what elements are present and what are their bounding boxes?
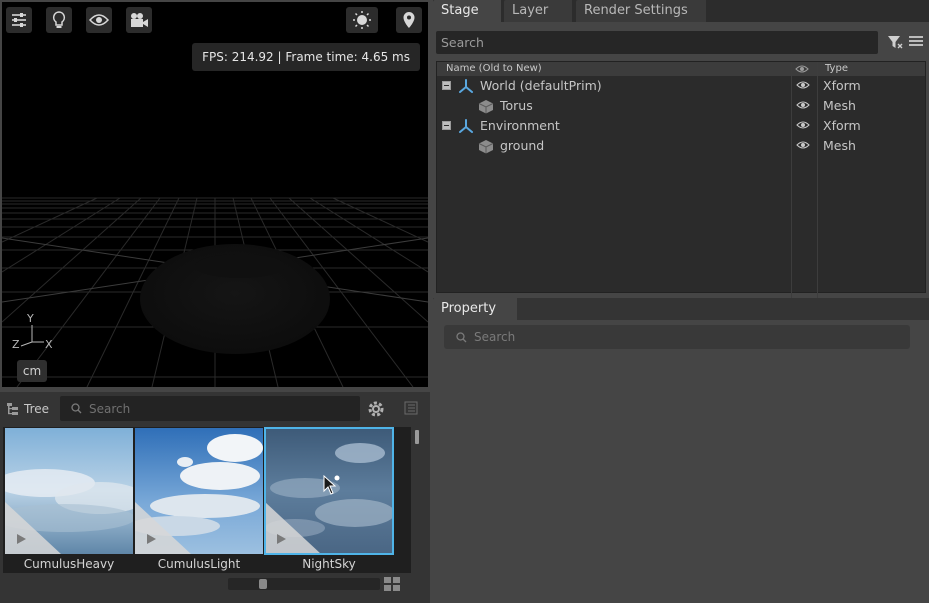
tree-icon xyxy=(7,403,18,415)
tree-row-world[interactable]: World (defaultPrim) Xform xyxy=(437,76,915,96)
tree-label: Tree xyxy=(24,402,50,416)
stage-tabbar: Stage Layer Render Settings xyxy=(433,0,929,22)
viewport[interactable]: FPS: 214.92 | Frame time: 4.65 ms Y Z X … xyxy=(2,2,428,387)
tab-property[interactable]: Property xyxy=(433,298,517,320)
grid-view-icon[interactable] xyxy=(384,577,400,591)
property-panel: Property Search xyxy=(433,298,929,603)
lightbulb-icon[interactable] xyxy=(46,7,72,33)
tree-header: Name (Old to New) Type xyxy=(437,62,915,76)
tree-row-label: Environment xyxy=(480,118,560,133)
xform-icon xyxy=(459,119,473,133)
stage-search-input[interactable]: Search xyxy=(436,31,878,54)
thumbnail-size-slider[interactable] xyxy=(228,578,380,590)
search-icon xyxy=(456,331,467,342)
camera-icon[interactable] xyxy=(126,7,152,33)
mouse-cursor-icon xyxy=(323,475,337,495)
xform-icon xyxy=(459,79,473,93)
axis-gizmo: Y Z X xyxy=(10,312,60,358)
sun-icon[interactable] xyxy=(346,7,378,33)
browser-search-placeholder: Search xyxy=(89,401,131,416)
tab-stage[interactable]: Stage xyxy=(433,0,501,22)
axis-x-label: X xyxy=(45,338,53,351)
tree-row-type: Xform xyxy=(823,78,861,93)
mesh-icon xyxy=(478,100,494,114)
collapse-icon[interactable] xyxy=(442,121,451,130)
visibility-column-eye-icon xyxy=(795,65,809,73)
tree-row-label: World (defaultPrim) xyxy=(480,78,602,93)
thumbnail-image xyxy=(135,428,263,554)
collapse-icon[interactable] xyxy=(442,81,451,90)
tree-row-type: Mesh xyxy=(823,138,856,153)
filter-icon[interactable] xyxy=(887,34,903,50)
thumbnail-label: NightSky xyxy=(302,557,356,571)
menu-icon[interactable] xyxy=(909,35,925,49)
browser-toolbar: Tree Search xyxy=(0,392,430,426)
fps-readout: FPS: 214.92 | Frame time: 4.65 ms xyxy=(192,43,420,71)
tree-row-label: Torus xyxy=(500,98,533,113)
location-pin-icon[interactable] xyxy=(396,7,422,33)
axis-z-label: Z xyxy=(12,338,20,351)
tree-row-torus[interactable]: Torus Mesh xyxy=(437,96,915,116)
tree-scrollbar-track xyxy=(915,62,925,76)
thumbnail-cumulus-heavy[interactable]: CumulusHeavy xyxy=(5,428,133,572)
list-view-icon[interactable] xyxy=(404,401,420,417)
stage-tree: Name (Old to New) Type World (defaultPri… xyxy=(436,61,926,313)
visibility-eye-icon[interactable] xyxy=(796,140,810,150)
thumbnail-grid: CumulusHeavy CumulusLight NightSky xyxy=(3,427,419,573)
visibility-eye-icon[interactable] xyxy=(796,80,810,90)
tree-row-type: Mesh xyxy=(823,98,856,113)
thumbnail-label: CumulusHeavy xyxy=(23,557,115,571)
tree-row-environment[interactable]: Environment Xform xyxy=(437,116,915,136)
browser-search-input[interactable]: Search xyxy=(60,396,360,421)
slider-handle[interactable] xyxy=(259,579,267,589)
content-browser: Tree Search CumulusHeavy CumulusLight Ni… xyxy=(0,392,430,603)
thumbnail-cumulus-light[interactable]: CumulusLight xyxy=(135,428,263,572)
thumbnail-image xyxy=(5,428,133,554)
tab-render-settings[interactable]: Render Settings xyxy=(576,0,706,22)
stage-search-placeholder: Search xyxy=(441,35,484,50)
axis-y-label: Y xyxy=(27,312,34,325)
visibility-eye-icon[interactable] xyxy=(796,120,810,130)
thumbnail-label: CumulusLight xyxy=(157,557,241,571)
column-type-header[interactable]: Type xyxy=(825,62,848,76)
mesh-icon xyxy=(478,140,494,154)
eye-icon[interactable] xyxy=(86,7,112,33)
property-search-input[interactable]: Search xyxy=(444,325,910,349)
property-search-placeholder: Search xyxy=(474,330,516,344)
thumbnail-night-sky[interactable]: NightSky xyxy=(264,427,394,572)
omniverse-window: FPS: 214.92 | Frame time: 4.65 ms Y Z X … xyxy=(0,0,929,603)
tree-row-type: Xform xyxy=(823,118,861,133)
settings-sliders-icon[interactable] xyxy=(6,7,32,33)
gear-icon[interactable] xyxy=(366,399,386,419)
tab-layer[interactable]: Layer xyxy=(504,0,572,22)
visibility-eye-icon[interactable] xyxy=(796,100,810,110)
tree-row-ground[interactable]: ground Mesh xyxy=(437,136,915,156)
search-icon xyxy=(71,403,82,414)
thumbnail-scrollbar[interactable] xyxy=(415,430,419,444)
column-name-header[interactable]: Name (Old to New) xyxy=(446,62,542,76)
tree-row-label: ground xyxy=(500,138,545,153)
unit-badge[interactable]: cm xyxy=(17,360,47,382)
stage-panel: Stage Layer Render Settings Search Name … xyxy=(433,0,929,313)
property-tabbar: Property xyxy=(433,298,929,320)
tree-toggle-button[interactable]: Tree xyxy=(6,399,49,419)
